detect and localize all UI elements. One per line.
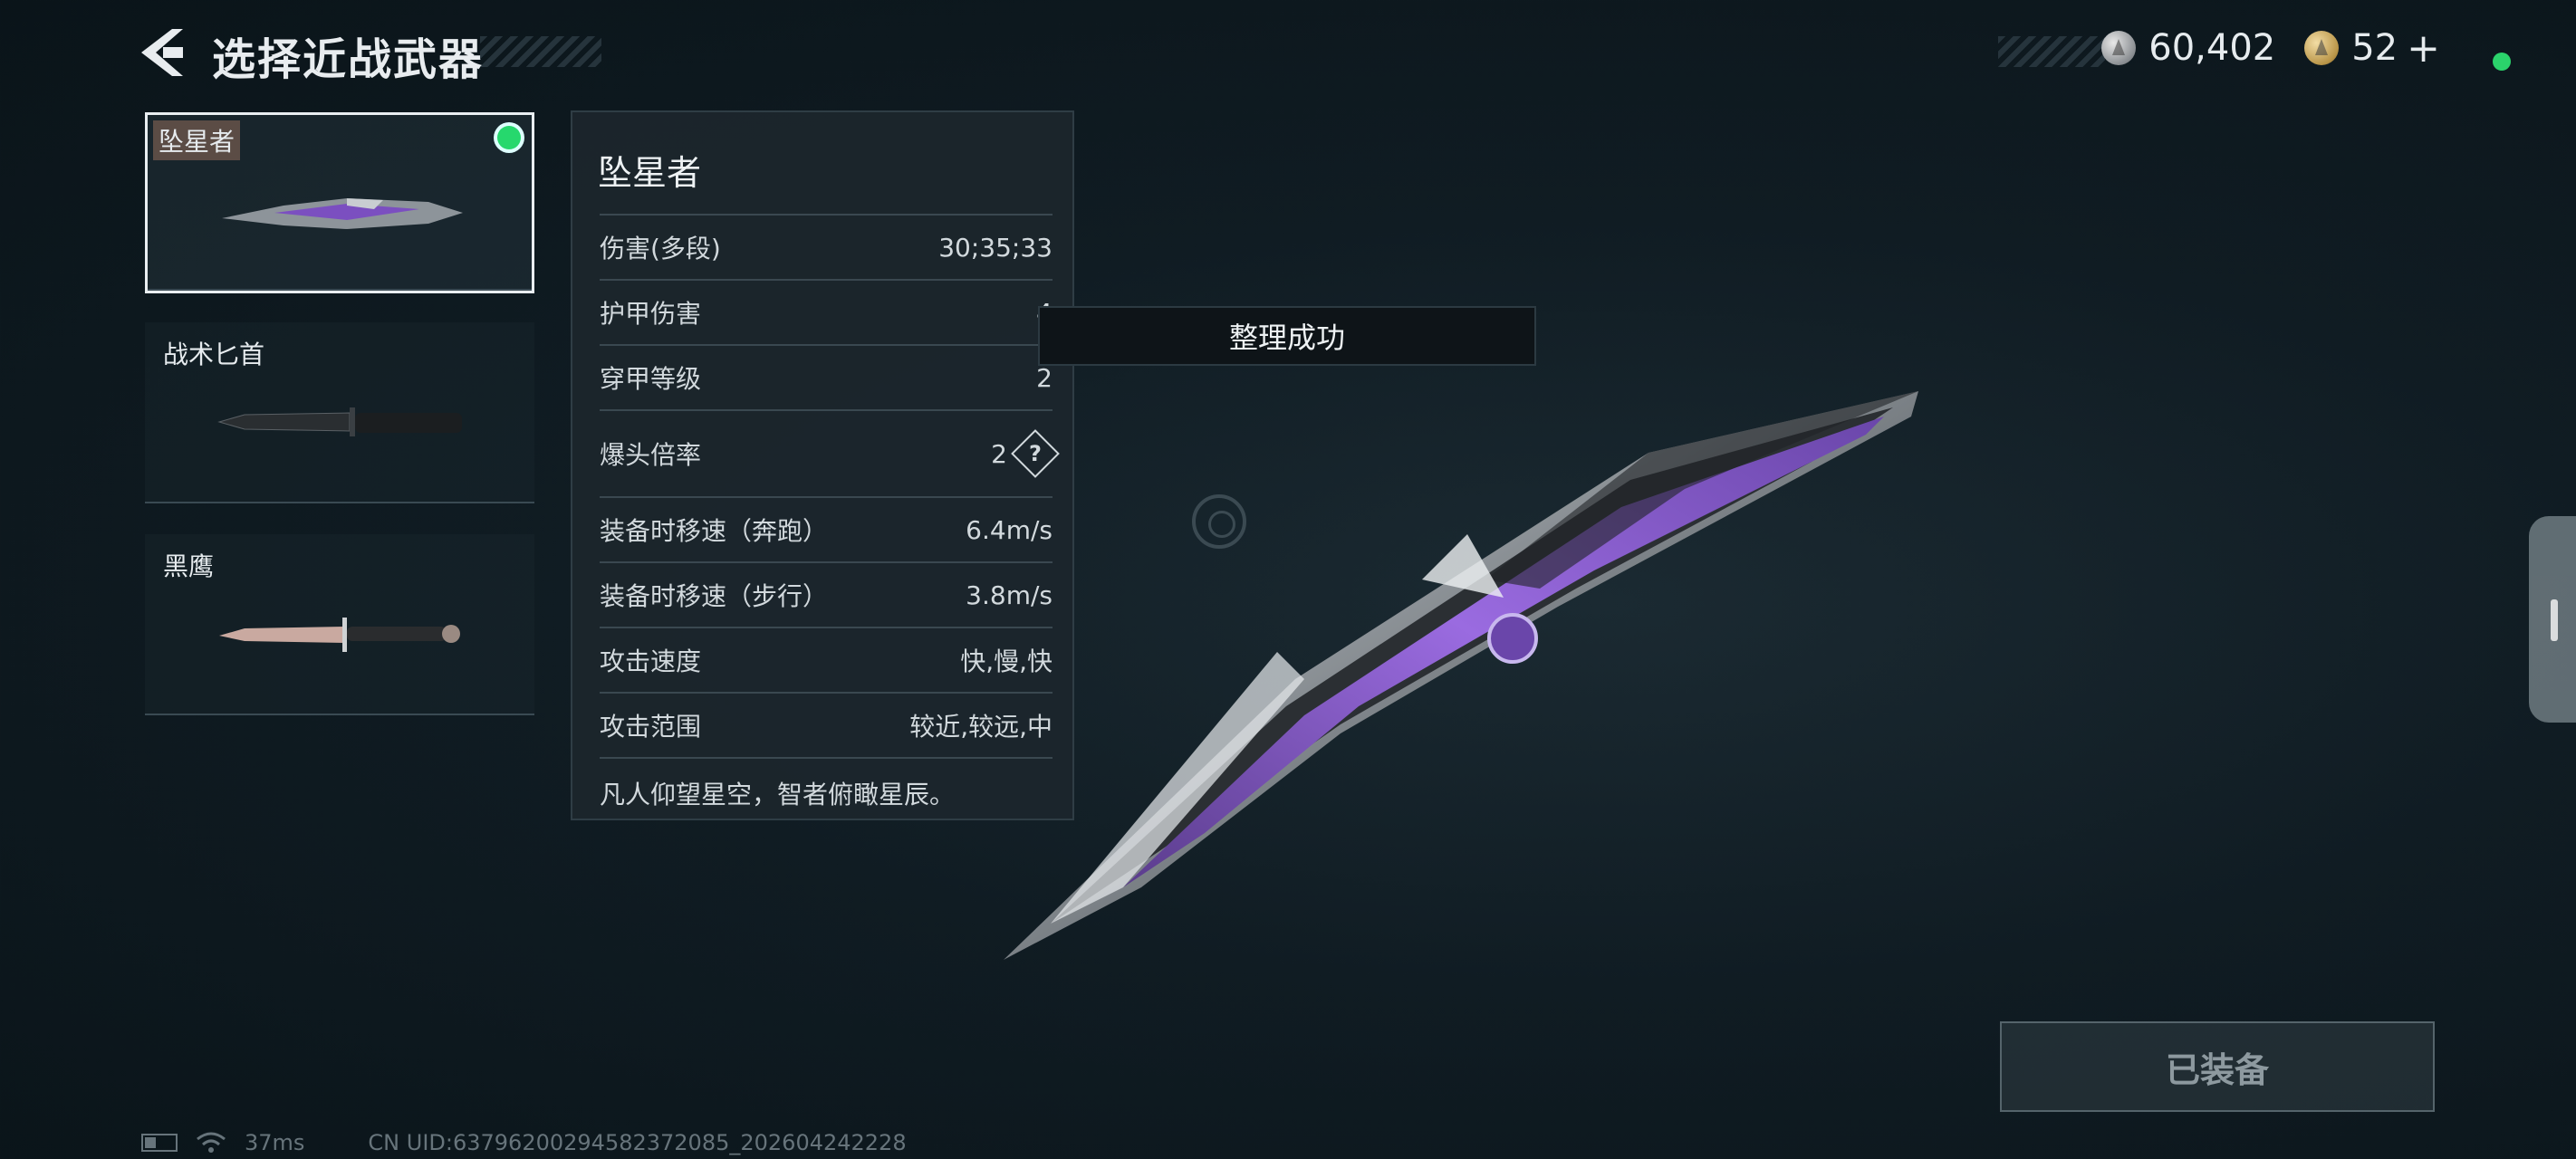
stat-label: 伤害(多段): [600, 234, 721, 263]
stat-label: 护甲伤害: [600, 299, 702, 329]
card-divider: [145, 502, 534, 503]
currency-decoration: [1998, 36, 2105, 67]
black-eagle-thumbnail: [219, 618, 460, 652]
weapon-description: 凡人仰望星空，智者俯瞰星辰。: [600, 757, 1053, 811]
stat-row-run-speed: 装备时移速（奔跑） 6.4m/s: [600, 496, 1053, 561]
add-currency-button[interactable]: +: [2407, 25, 2440, 72]
online-status-dot: [2493, 53, 2511, 71]
stat-row-attack-speed: 攻击速度 快,慢,快: [600, 627, 1053, 692]
stat-label: 穿甲等级: [600, 364, 702, 394]
stat-row-penetration: 穿甲等级 2: [600, 344, 1053, 409]
equipped-button[interactable]: 已装备: [2000, 1021, 2435, 1112]
tactical-dagger-thumbnail: [217, 407, 462, 436]
battery-icon: [141, 1134, 178, 1152]
stat-label: 装备时移速（步行）: [600, 581, 829, 611]
user-uid: CN UID:637962002945823720​85_20260424222…: [368, 1130, 907, 1155]
stat-label: 爆头倍率: [600, 440, 702, 470]
back-arrow-icon: [141, 29, 183, 76]
stat-label: 攻击速度: [600, 647, 702, 676]
wifi-icon: [197, 1132, 226, 1153]
stat-label: 攻击范围: [600, 712, 702, 742]
card-divider: [145, 714, 534, 715]
weapon-card-tactical-dagger[interactable]: 战术匕首: [145, 322, 534, 503]
weapon-name: 坠星者: [153, 120, 241, 160]
ping-value: 37ms: [245, 1130, 305, 1155]
gold-coin-icon: [2304, 31, 2340, 65]
gold-amount: 52: [2351, 27, 2398, 69]
stats-list: 伤害(多段) 30;35;33 护甲伤害 4 穿甲等级 2 爆头倍率 2 ? 装…: [600, 214, 1060, 811]
starfall-knife-model[interactable]: [996, 380, 1947, 969]
card-divider: [148, 289, 532, 291]
silver-coin-icon: [2101, 31, 2137, 65]
stat-row-headshot: 爆头倍率 2 ?: [600, 409, 1060, 496]
back-button[interactable]: [136, 25, 188, 80]
stat-value: 30;35;33: [938, 232, 1053, 263]
weapon-name: 战术匕首: [163, 340, 265, 369]
silver-amount: 60,402: [2148, 27, 2276, 69]
stat-row-armor-damage: 护甲伤害 4: [600, 279, 1053, 344]
toast-message: 整理成功: [1038, 306, 1536, 366]
stat-label: 装备时移速（奔跑）: [600, 516, 829, 546]
stats-title: 坠星者: [598, 153, 702, 193]
stat-row-damage: 伤害(多段) 30;35;33: [600, 214, 1053, 279]
weapon-name: 黑鹰: [163, 551, 215, 581]
starfall-knife-thumbnail: [222, 198, 463, 229]
title-decoration: [480, 36, 601, 67]
side-drawer-handle[interactable]: [2529, 516, 2576, 723]
weapon-card-starfall[interactable]: 坠星者: [145, 112, 534, 293]
stat-row-attack-range: 攻击范围 较近,较远,中: [600, 692, 1053, 757]
handle-grip-icon: [2551, 599, 2558, 641]
weapon-card-black-eagle[interactable]: 黑鹰: [145, 534, 534, 715]
currency-bar: 60,402 52 +: [2101, 25, 2440, 72]
page-title: 选择近战武器: [212, 34, 485, 85]
equipped-indicator-icon: [497, 126, 521, 149]
stat-row-walk-speed: 装备时移速（步行） 3.8m/s: [600, 561, 1053, 627]
status-footer: 37ms CN UID:637962002945823720​85_202604…: [141, 1130, 907, 1155]
